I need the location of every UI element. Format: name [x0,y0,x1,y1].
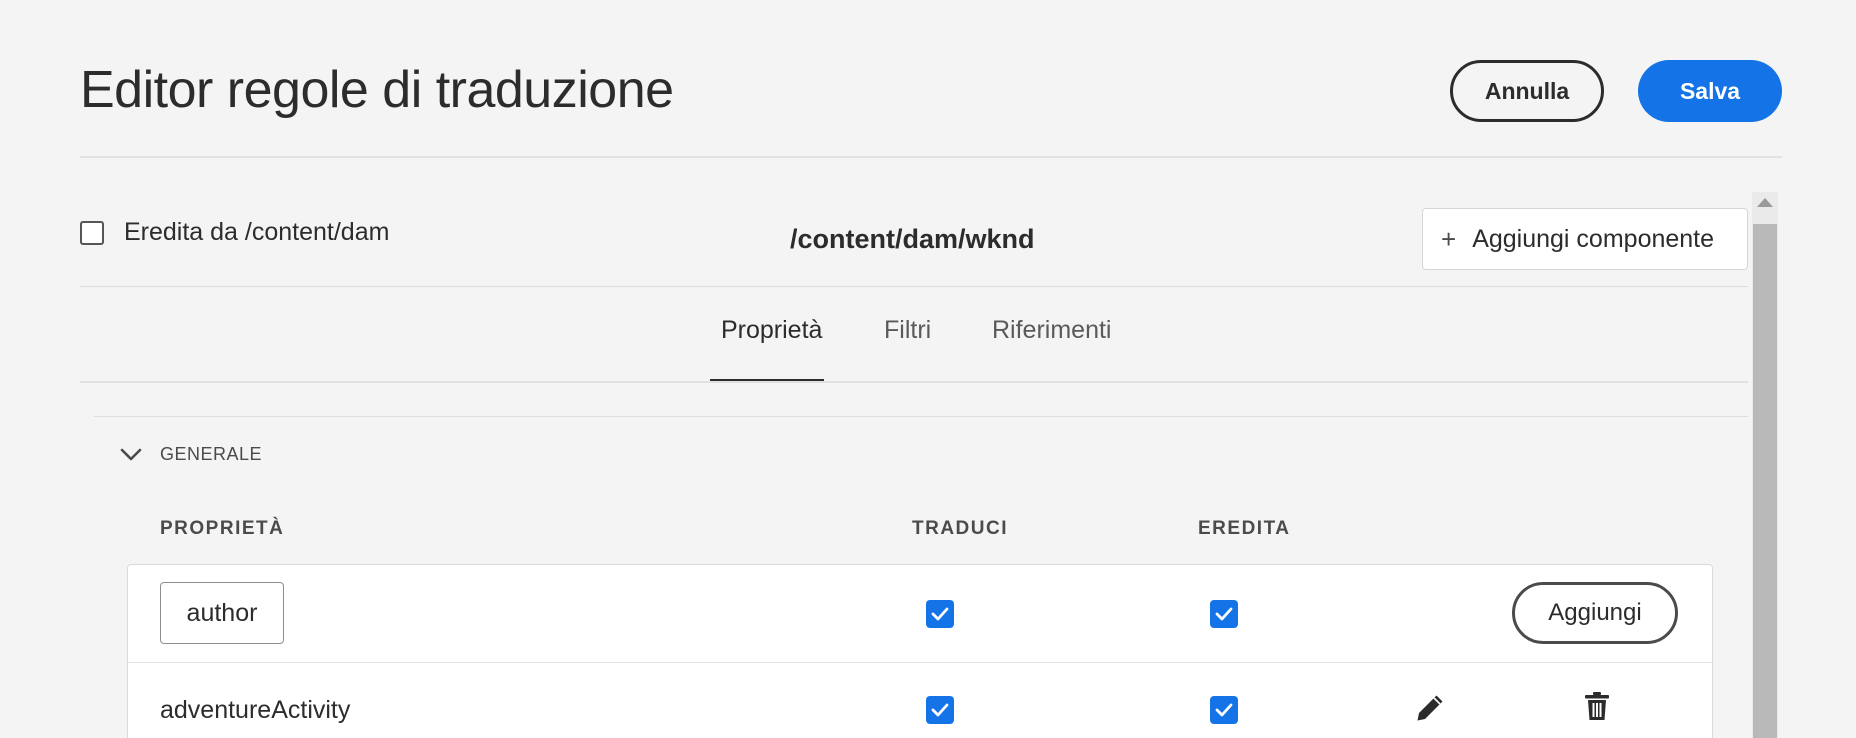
tab-properties[interactable]: Proprietà [721,316,822,345]
section-divider [94,416,1748,417]
row-divider [128,662,1712,663]
header-divider [80,156,1782,158]
inherit-option[interactable]: Eredita da /content/dam [80,218,389,247]
add-property-button[interactable]: Aggiungi [1512,582,1678,644]
tab-bar: Proprietà Filtri Riferimenti [0,316,1748,386]
column-header-translate: TRADUCI [912,518,1008,539]
cancel-button[interactable]: Annulla [1450,60,1604,122]
section-label: GENERALE [160,444,263,464]
content-path: /content/dam/wknd [790,224,1035,254]
translation-rules-editor: Editor regole di traduzione Annulla Salv… [0,0,1856,738]
plus-icon: + [1441,224,1457,254]
save-button[interactable]: Salva [1638,60,1782,122]
column-header-property: PROPRIETÀ [160,518,285,539]
tabs-divider [80,381,1748,383]
property-name-input[interactable]: author [160,582,284,644]
checkmark-icon [931,607,949,621]
checkmark-icon [1215,703,1233,717]
toolbar-divider [80,286,1748,287]
scrollbar-thumb[interactable] [1753,224,1777,738]
checkmark-icon [1215,607,1233,621]
properties-table [127,564,1713,738]
tab-references[interactable]: Riferimenti [992,316,1111,345]
inherit-checkbox-row[interactable] [1210,696,1238,724]
property-name: adventureActivity [160,696,351,724]
tab-filters[interactable]: Filtri [884,316,931,345]
chevron-down-icon [120,448,142,460]
pencil-icon [1417,695,1443,721]
translate-checkbox[interactable] [926,696,954,724]
page-title: Editor regole di traduzione [80,61,674,119]
edit-button[interactable] [1412,690,1448,726]
trash-icon [1585,692,1609,720]
inherit-checkbox[interactable] [80,220,104,245]
add-component-label: Aggiungi componente [1472,224,1715,253]
inherit-label: Eredita da /content/dam [124,218,390,246]
delete-button[interactable] [1579,688,1615,724]
section-general-toggle[interactable]: GENERALE [120,444,262,465]
add-component-button[interactable]: + Aggiungi componente [1422,208,1748,270]
scroll-up-arrow-icon[interactable] [1757,198,1773,207]
new-row-inherit-checkbox[interactable] [1210,600,1238,628]
new-row-translate-checkbox[interactable] [926,600,954,628]
column-header-inherit: EREDITA [1198,518,1291,539]
checkmark-icon [931,703,949,717]
